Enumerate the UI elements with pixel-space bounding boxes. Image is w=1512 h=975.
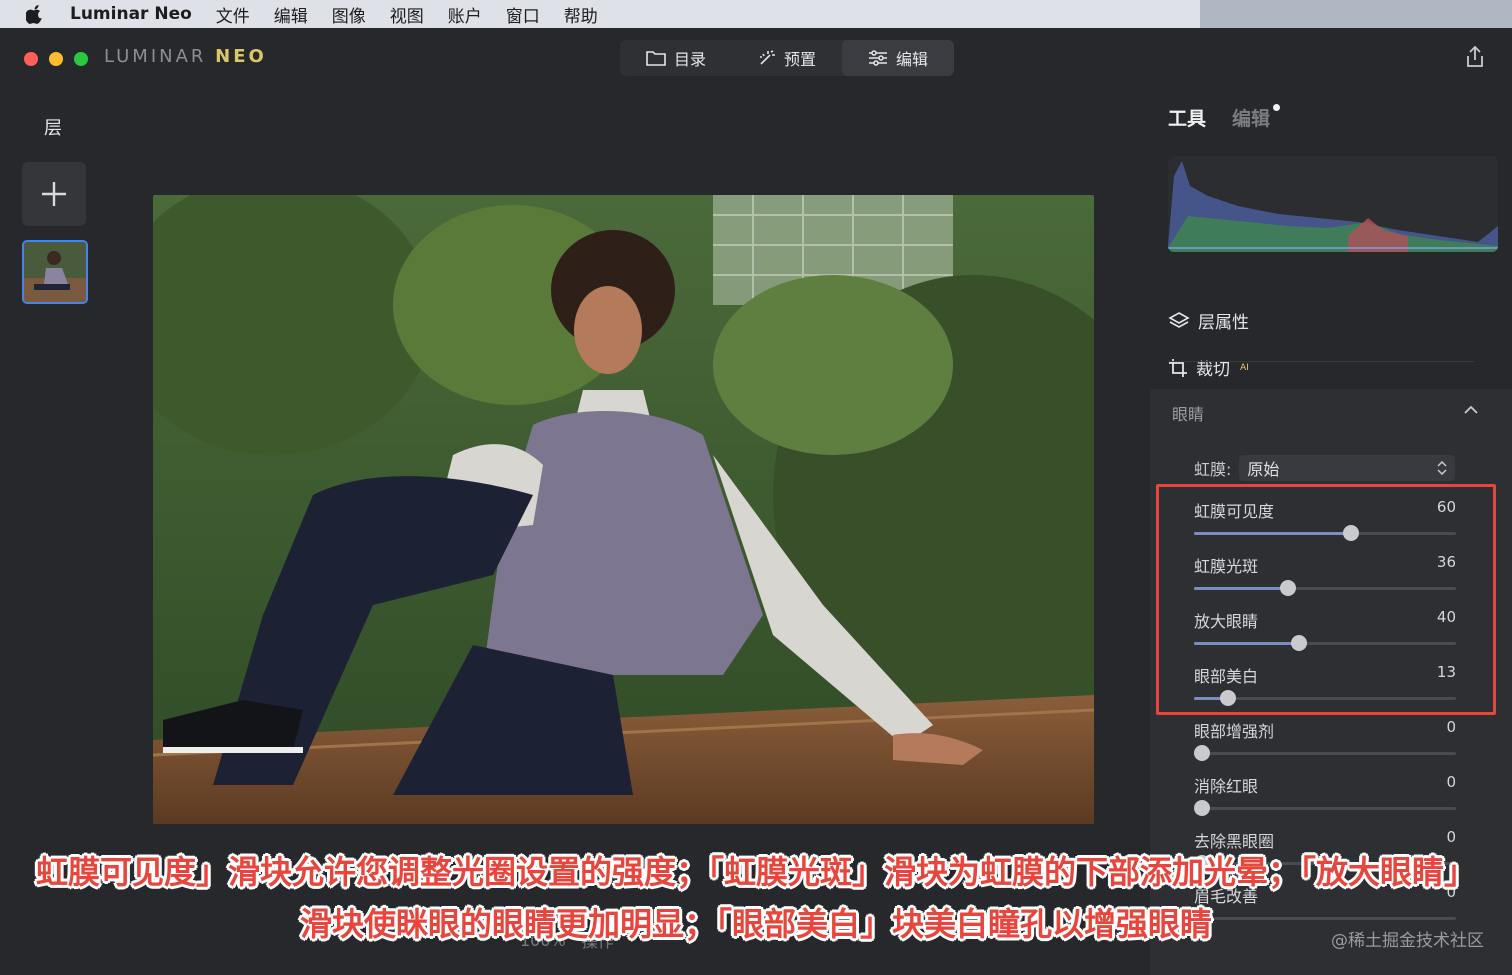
menu-image[interactable]: 图像 — [332, 2, 366, 27]
slider-4[interactable]: 眼部增强剂 0 — [1194, 718, 1456, 768]
menubar-right-area — [1200, 0, 1512, 28]
tab-presets[interactable]: 预置 — [732, 40, 842, 76]
histogram — [1168, 156, 1498, 252]
menu-window[interactable]: 窗口 — [506, 2, 540, 27]
sliders-icon — [869, 50, 888, 66]
caption-line-2: 滑块使眯眼的眼睛更加明显；「眼部美白」块美白瞳孔以增强眼睛 — [299, 905, 1212, 943]
slider-label: 消除红眼 — [1194, 777, 1259, 796]
section-title[interactable]: 眼睛 — [1172, 401, 1204, 425]
slider-knob[interactable] — [1194, 745, 1210, 761]
app-logo: LUMINAR NEO — [104, 46, 267, 67]
watermark: @稀土掘金技术社区 — [1331, 931, 1484, 951]
updown-chevron-icon — [1437, 461, 1447, 475]
caption-line-1: 虹膜可见度」滑块允许您调整光圈设置的强度；「虹膜光斑」滑块为虹膜的下部添加光晕；… — [35, 853, 1476, 891]
slider-label: 眼部增强剂 — [1194, 722, 1275, 741]
iris-row: 虹膜: 原始 — [1194, 455, 1456, 481]
share-icon[interactable] — [1462, 44, 1488, 70]
layers-title: 层 — [44, 118, 62, 139]
top-navigation: 目录 预置 编辑 — [620, 40, 955, 76]
ai-badge: AI — [1240, 362, 1249, 373]
layers-icon — [1168, 311, 1190, 328]
tools-tabs: 工具 编辑 — [1168, 104, 1281, 131]
chevron-up-icon[interactable] — [1464, 405, 1478, 415]
panel-divider — [1168, 361, 1474, 362]
iris-dropdown[interactable]: 原始 — [1239, 455, 1456, 481]
slider-value: 0 — [1446, 718, 1456, 736]
folder-icon — [646, 51, 666, 66]
iris-label: 虹膜: — [1194, 460, 1232, 479]
plus-icon — [42, 182, 66, 206]
slider-knob[interactable] — [1194, 800, 1210, 816]
zoom-window-button[interactable] — [74, 52, 88, 66]
minimize-window-button[interactable] — [49, 52, 63, 66]
slider-value: 0 — [1446, 828, 1456, 846]
layer-properties-tool[interactable]: 层属性 — [1168, 308, 1249, 333]
slider-track[interactable] — [1194, 807, 1456, 810]
highlight-box — [1156, 484, 1496, 715]
sparkle-icon — [760, 50, 776, 65]
tab-edit[interactable]: 编辑 — [842, 40, 955, 76]
layer-thumbnail[interactable] — [22, 240, 88, 304]
edits-indicator-dot — [1273, 104, 1281, 111]
traffic-lights — [24, 52, 88, 66]
main-photo[interactable] — [153, 195, 1094, 824]
menu-bar: Luminar Neo 文件 编辑 图像 视图 账户 窗口 帮助 — [0, 0, 1512, 28]
menu-help[interactable]: 帮助 — [564, 2, 598, 27]
tab-edits[interactable]: 编辑 — [1232, 104, 1281, 131]
apple-icon[interactable] — [24, 3, 46, 25]
slider-track[interactable] — [1194, 752, 1456, 755]
menu-app-name[interactable]: Luminar Neo — [70, 4, 192, 24]
caption-overlay: 虹膜可见度」滑块允许您调整光圈设置的强度；「虹膜光斑」滑块为虹膜的下部添加光晕；… — [0, 846, 1512, 950]
slider-5[interactable]: 消除红眼 0 — [1194, 773, 1456, 823]
menu-account[interactable]: 账户 — [448, 2, 482, 27]
menu-file[interactable]: 文件 — [216, 2, 250, 27]
tab-tools[interactable]: 工具 — [1168, 104, 1206, 131]
close-window-button[interactable] — [24, 52, 38, 66]
menu-view[interactable]: 视图 — [390, 2, 424, 27]
menu-edit[interactable]: 编辑 — [274, 2, 308, 27]
slider-value: 0 — [1446, 773, 1456, 791]
add-layer-button[interactable] — [22, 162, 86, 226]
crop-tool[interactable]: 裁切 AI — [1168, 355, 1249, 380]
layers-panel: 层 — [0, 80, 110, 975]
tab-catalog[interactable]: 目录 — [620, 40, 732, 76]
